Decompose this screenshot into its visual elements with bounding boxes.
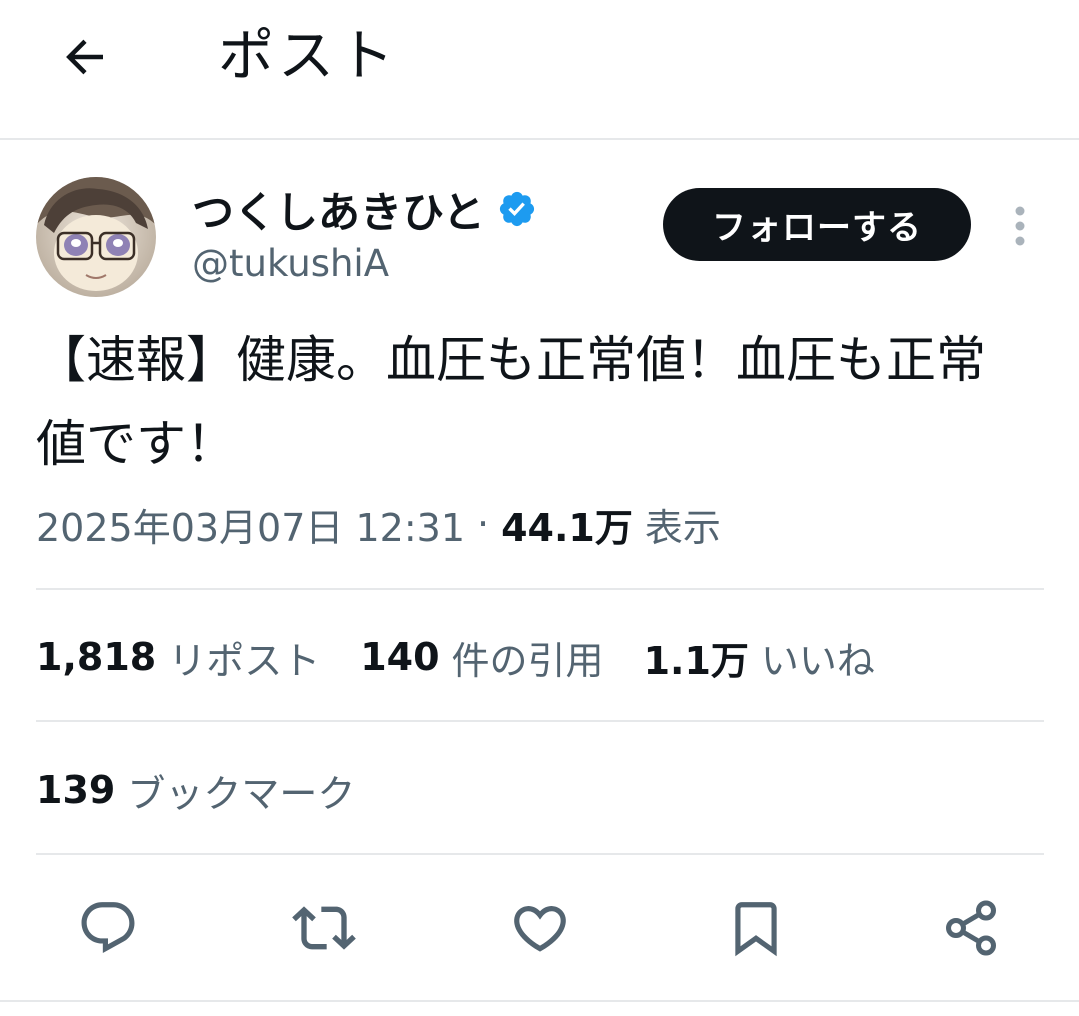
divider xyxy=(0,1000,1079,1002)
author-handle[interactable]: @tukushiA xyxy=(192,238,389,290)
quotes-count: 140 xyxy=(360,635,440,679)
verified-badge-icon xyxy=(499,191,534,227)
reposts-label: リポスト xyxy=(168,638,321,683)
tweet-text: 【速報】健康。血圧も正常値！血圧も正常値です！ xyxy=(36,331,986,473)
display-name[interactable]: つくしあきひと xyxy=(192,179,485,240)
repost-button[interactable] xyxy=(289,893,359,963)
views-label: 表示 xyxy=(644,505,721,550)
bookmarks-stat[interactable]: 139 ブックマーク xyxy=(36,759,355,821)
tweet-meta: 2025年03月07日 12:31 · 44.1万 表示 xyxy=(36,494,721,554)
more-vertical-icon xyxy=(1015,206,1025,246)
repost-icon xyxy=(292,906,356,950)
divider xyxy=(36,588,1044,590)
share-button[interactable] xyxy=(936,893,1006,963)
likes-label: いいね xyxy=(760,638,875,683)
timestamp[interactable]: 2025年03月07日 12:31 xyxy=(36,497,465,552)
bookmark-icon xyxy=(735,902,777,957)
bookmark-button[interactable] xyxy=(721,893,791,963)
meta-separator: · xyxy=(477,502,490,546)
bookmarks-label: ブックマーク xyxy=(127,771,356,816)
reposts-count: 1,818 xyxy=(36,635,157,679)
like-icon xyxy=(514,906,566,952)
author-name-row[interactable]: つくしあきひと xyxy=(192,178,537,240)
page-title: ポスト xyxy=(218,24,398,89)
views-count: 44.1万 xyxy=(501,505,633,550)
reply-icon xyxy=(81,902,135,954)
follow-button[interactable]: フォローする xyxy=(663,188,971,261)
back-button[interactable] xyxy=(50,22,120,92)
bookmarks-count: 139 xyxy=(36,768,116,812)
engagement-stats: 1,818 リポスト 140 件の引用 1.1万 いいね xyxy=(36,626,915,688)
quotes-stat[interactable]: 140 件の引用 xyxy=(360,630,603,685)
reposts-stat[interactable]: 1,818 リポスト xyxy=(36,630,320,685)
likes-count: 1.1万 xyxy=(643,638,749,683)
divider xyxy=(36,720,1044,722)
top-bar: ポスト xyxy=(0,0,1079,140)
avatar[interactable] xyxy=(36,177,156,297)
more-options-button[interactable] xyxy=(1000,198,1040,254)
like-button[interactable] xyxy=(505,893,575,963)
likes-stat[interactable]: 1.1万 いいね xyxy=(644,630,875,685)
avatar-image xyxy=(36,177,156,297)
divider xyxy=(36,853,1044,855)
reply-button[interactable] xyxy=(73,893,143,963)
arrow-left-icon xyxy=(66,39,103,75)
quotes-label: 件の引用 xyxy=(451,638,604,683)
share-icon xyxy=(946,900,996,956)
